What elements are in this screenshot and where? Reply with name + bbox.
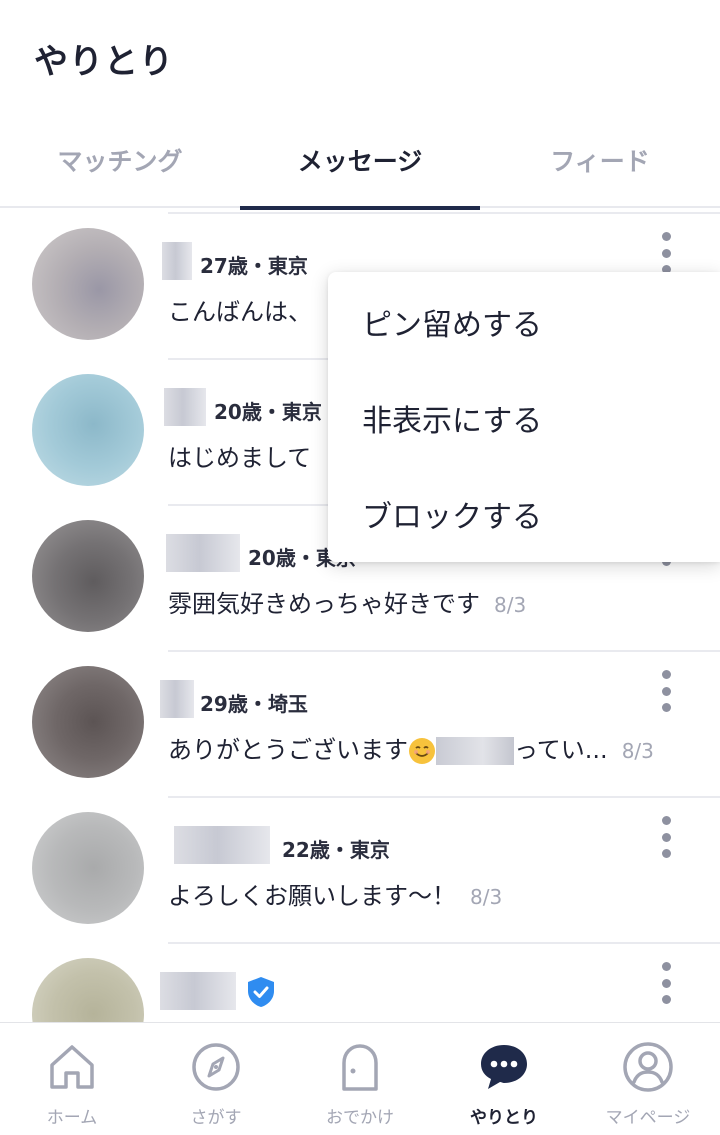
- conversation-row[interactable]: 22歳・東京 よろしくお願いします〜！ 8/3: [0, 796, 720, 942]
- tab-matching[interactable]: マッチング: [0, 112, 240, 208]
- divider: [168, 212, 720, 214]
- more-options-icon[interactable]: [656, 232, 676, 274]
- blurred-text: [436, 737, 514, 765]
- bottom-navigation: ホーム さがす おでかけ やりとり マイページ: [0, 1022, 720, 1135]
- more-options-icon[interactable]: [656, 962, 676, 1004]
- avatar[interactable]: [32, 666, 144, 778]
- block-menu-item[interactable]: ブロックする: [328, 466, 720, 562]
- tab-messages[interactable]: メッセージ: [240, 112, 480, 210]
- hide-menu-item[interactable]: 非表示にする: [328, 370, 720, 466]
- nav-label: さがす: [190, 1108, 242, 1128]
- verified-badge-icon: [248, 977, 274, 1007]
- message-date: 8/3: [621, 739, 654, 763]
- tab-bar: マッチング メッセージ フィード: [0, 112, 720, 210]
- blurred-username: [164, 388, 206, 426]
- chat-bubble-icon: [481, 1045, 527, 1089]
- app-header: やりとり: [0, 0, 720, 112]
- nav-search[interactable]: さがす: [144, 1023, 288, 1135]
- nav-label: やりとり: [470, 1108, 538, 1128]
- divider: [168, 942, 720, 944]
- more-options-icon[interactable]: [656, 816, 676, 858]
- user-age-location: 20歳・東京: [214, 400, 322, 424]
- outing-icon: [342, 1044, 378, 1091]
- smiling-face-emoji-icon: [409, 738, 435, 764]
- user-age-location: 29歳・埼玉: [200, 692, 308, 716]
- message-preview: よろしくお願いします〜！ 8/3: [168, 876, 502, 911]
- nav-messages[interactable]: やりとり: [432, 1023, 576, 1135]
- avatar[interactable]: [32, 812, 144, 924]
- blurred-username: [160, 972, 236, 1010]
- user-age-location: 27歳・東京: [200, 254, 308, 278]
- compass-icon: [192, 1043, 240, 1091]
- avatar[interactable]: [32, 958, 144, 1022]
- blurred-username: [162, 242, 192, 280]
- divider: [168, 796, 720, 798]
- divider: [168, 650, 720, 652]
- message-preview: はじめまして: [168, 438, 311, 473]
- nav-outing[interactable]: おでかけ: [288, 1023, 432, 1135]
- context-menu: ピン留めする 非表示にする ブロックする: [328, 272, 720, 562]
- tab-feed[interactable]: フィード: [480, 112, 720, 208]
- nav-label: おでかけ: [326, 1108, 394, 1128]
- nav-home[interactable]: ホーム: [0, 1023, 144, 1135]
- message-text: よろしくお願いします〜！: [168, 882, 456, 910]
- page-title: やりとり: [34, 42, 174, 82]
- avatar[interactable]: [32, 374, 144, 486]
- home-icon: [50, 1045, 94, 1089]
- nav-label: ホーム: [46, 1108, 98, 1128]
- message-preview: こんばんは、: [168, 292, 312, 327]
- message-text: こんばんは、: [168, 298, 312, 326]
- profile-icon: [623, 1042, 673, 1092]
- avatar[interactable]: [32, 228, 144, 340]
- blurred-username: [160, 680, 194, 718]
- message-text-suffix: ってい...: [514, 736, 608, 764]
- nav-label: マイページ: [605, 1108, 691, 1128]
- message-date: 8/3: [494, 593, 527, 617]
- message-date: 8/3: [470, 885, 503, 909]
- conversation-row[interactable]: 29歳・埼玉 ありがとうございます ってい... 8/3: [0, 650, 720, 796]
- user-age-location: 22歳・東京: [282, 838, 390, 862]
- blurred-username: [174, 826, 270, 864]
- more-options-icon[interactable]: [656, 670, 676, 712]
- pin-menu-item[interactable]: ピン留めする: [328, 274, 720, 370]
- blurred-username: [166, 534, 240, 572]
- message-text: ありがとうございます: [168, 736, 408, 764]
- avatar[interactable]: [32, 520, 144, 632]
- conversation-row[interactable]: [0, 942, 720, 1022]
- nav-mypage[interactable]: マイページ: [576, 1023, 720, 1135]
- message-text: 雰囲気好きめっちゃ好きです: [168, 590, 480, 618]
- message-text: はじめまして: [168, 444, 312, 472]
- message-preview: 雰囲気好きめっちゃ好きです 8/3: [168, 584, 526, 619]
- message-preview: ありがとうございます ってい... 8/3: [168, 730, 654, 765]
